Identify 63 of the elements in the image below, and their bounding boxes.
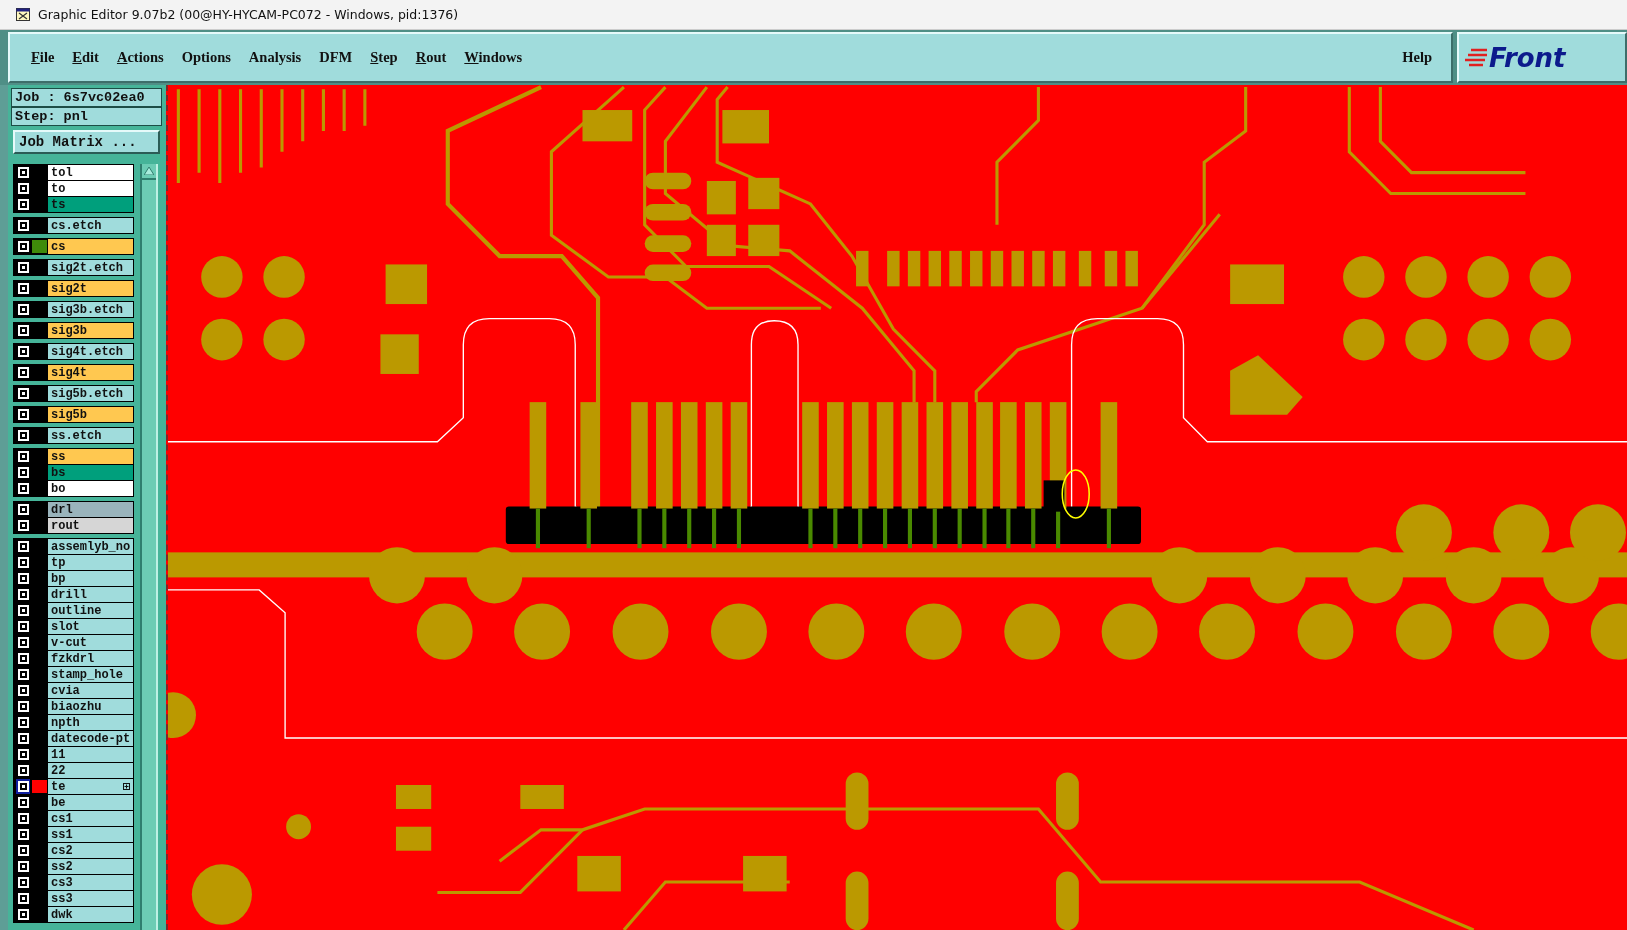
layer-name[interactable]: te: [48, 779, 133, 794]
layer-name[interactable]: to: [48, 181, 133, 196]
layer-name[interactable]: v-cut: [48, 635, 133, 650]
menu-item[interactable]: Analysis: [239, 45, 311, 70]
layer-name[interactable]: slot: [48, 619, 133, 634]
layer-name[interactable]: sig3b.etch: [48, 302, 133, 317]
layer-name[interactable]: cs: [48, 239, 133, 254]
layer-name[interactable]: biaozhu: [48, 699, 133, 714]
scrollbar[interactable]: [140, 164, 158, 930]
layer-name[interactable]: cs3: [48, 875, 133, 890]
layer-name[interactable]: assemlyb_no: [48, 539, 133, 554]
menu-item[interactable]: Step: [361, 45, 407, 70]
menu-item[interactable]: Actions: [107, 45, 173, 70]
job-name: Job : 6s7vc02ea0: [11, 88, 162, 107]
layer-name[interactable]: bp: [48, 571, 133, 586]
layer-name[interactable]: sig2t: [48, 281, 133, 296]
layer-name[interactable]: dwk: [48, 907, 133, 922]
window-title: Graphic Editor 9.07b2 (00@HY-HYCAM-PC072 - Windows, pid:1376): [38, 7, 459, 22]
layer-name[interactable]: bo: [48, 481, 133, 496]
layer-name[interactable]: sig4t: [48, 365, 133, 380]
menu-item[interactable]: Options: [172, 45, 240, 70]
layer-name[interactable]: ss2: [48, 859, 133, 874]
menu-item[interactable]: Rout: [406, 45, 456, 70]
layer-name[interactable]: stamp_hole: [48, 667, 133, 682]
layer-name[interactable]: sig2t.etch: [48, 260, 133, 275]
help-menu[interactable]: Help: [1393, 45, 1441, 70]
layer-name[interactable]: ss1: [48, 827, 133, 842]
layer-name[interactable]: cvia: [48, 683, 133, 698]
job-matrix-button[interactable]: Job Matrix ...: [13, 130, 160, 154]
layer-name[interactable]: be: [48, 795, 133, 810]
layer-name[interactable]: 22: [48, 763, 133, 778]
layer-name[interactable]: ss3: [48, 891, 133, 906]
layer-name[interactable]: sig3b: [48, 323, 133, 338]
layer-name[interactable]: bs: [48, 465, 133, 480]
layer-name[interactable]: sig5b: [48, 407, 133, 422]
layer-name[interactable]: ss.etch: [48, 428, 133, 443]
menu-item[interactable]: File: [22, 45, 64, 70]
scroll-up-icon[interactable]: [144, 167, 154, 175]
layer-name[interactable]: fzkdrl: [48, 651, 133, 666]
expand-icon: [123, 783, 130, 790]
layer-name[interactable]: drill: [48, 587, 133, 602]
layer-name[interactable]: ss: [48, 449, 133, 464]
menu-item[interactable]: Windows: [455, 45, 532, 70]
layer-name[interactable]: ts: [48, 197, 133, 212]
app-icon: [16, 8, 30, 21]
logo-text: Front: [1489, 42, 1566, 73]
layer-name[interactable]: cs1: [48, 811, 133, 826]
menu-item[interactable]: Edit: [63, 45, 108, 70]
layer-name[interactable]: datecode-pt: [48, 731, 133, 746]
layer-name[interactable]: tp: [48, 555, 133, 570]
speed-lines-icon: [1465, 47, 1487, 68]
layer-name[interactable]: rout: [48, 518, 133, 533]
layer-name[interactable]: tol: [48, 165, 133, 180]
layer-name[interactable]: outline: [48, 603, 133, 618]
layer-name[interactable]: 11: [48, 747, 133, 762]
step-name: Step: pnl: [11, 107, 162, 126]
menu-item[interactable]: DFM: [310, 45, 362, 70]
layer-name[interactable]: cs2: [48, 843, 133, 858]
layer-name[interactable]: npth: [48, 715, 133, 730]
layer-name[interactable]: sig5b.etch: [48, 386, 133, 401]
layer-name[interactable]: sig4t.etch: [48, 344, 133, 359]
layer-name[interactable]: cs.etch: [48, 218, 133, 233]
layer-name[interactable]: drl: [48, 502, 133, 517]
